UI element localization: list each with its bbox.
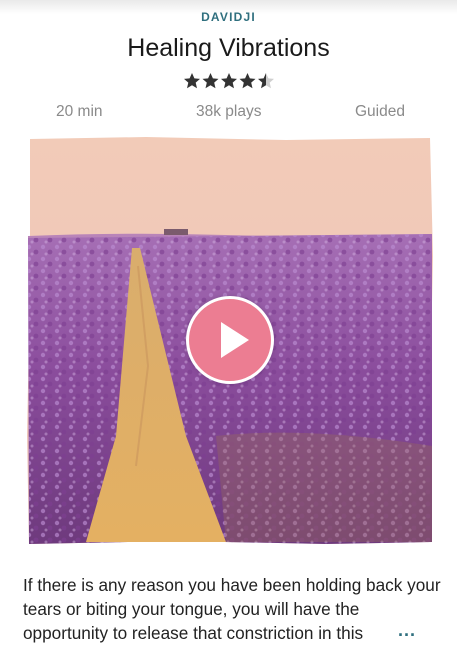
session-title: Healing Vibrations <box>127 34 330 62</box>
play-button[interactable] <box>186 296 274 384</box>
more-button[interactable]: ... <box>398 620 416 641</box>
play-icon <box>221 322 249 358</box>
star-icon <box>220 73 237 89</box>
session-meta: 20 min 38k plays Guided <box>0 103 457 125</box>
duration-label: 20 min <box>56 103 103 120</box>
author-name[interactable]: DAVIDJI <box>0 10 457 24</box>
star-icon <box>202 73 218 89</box>
star-icon <box>183 73 200 89</box>
star-half-icon <box>257 73 274 89</box>
session-artwork[interactable] <box>26 136 434 546</box>
session-type: Guided <box>355 103 405 120</box>
session-description: If there is any reason you have been hol… <box>23 575 441 643</box>
star-rating <box>0 72 457 90</box>
plays-count: 38k plays <box>196 103 262 120</box>
star-icon <box>239 73 255 89</box>
